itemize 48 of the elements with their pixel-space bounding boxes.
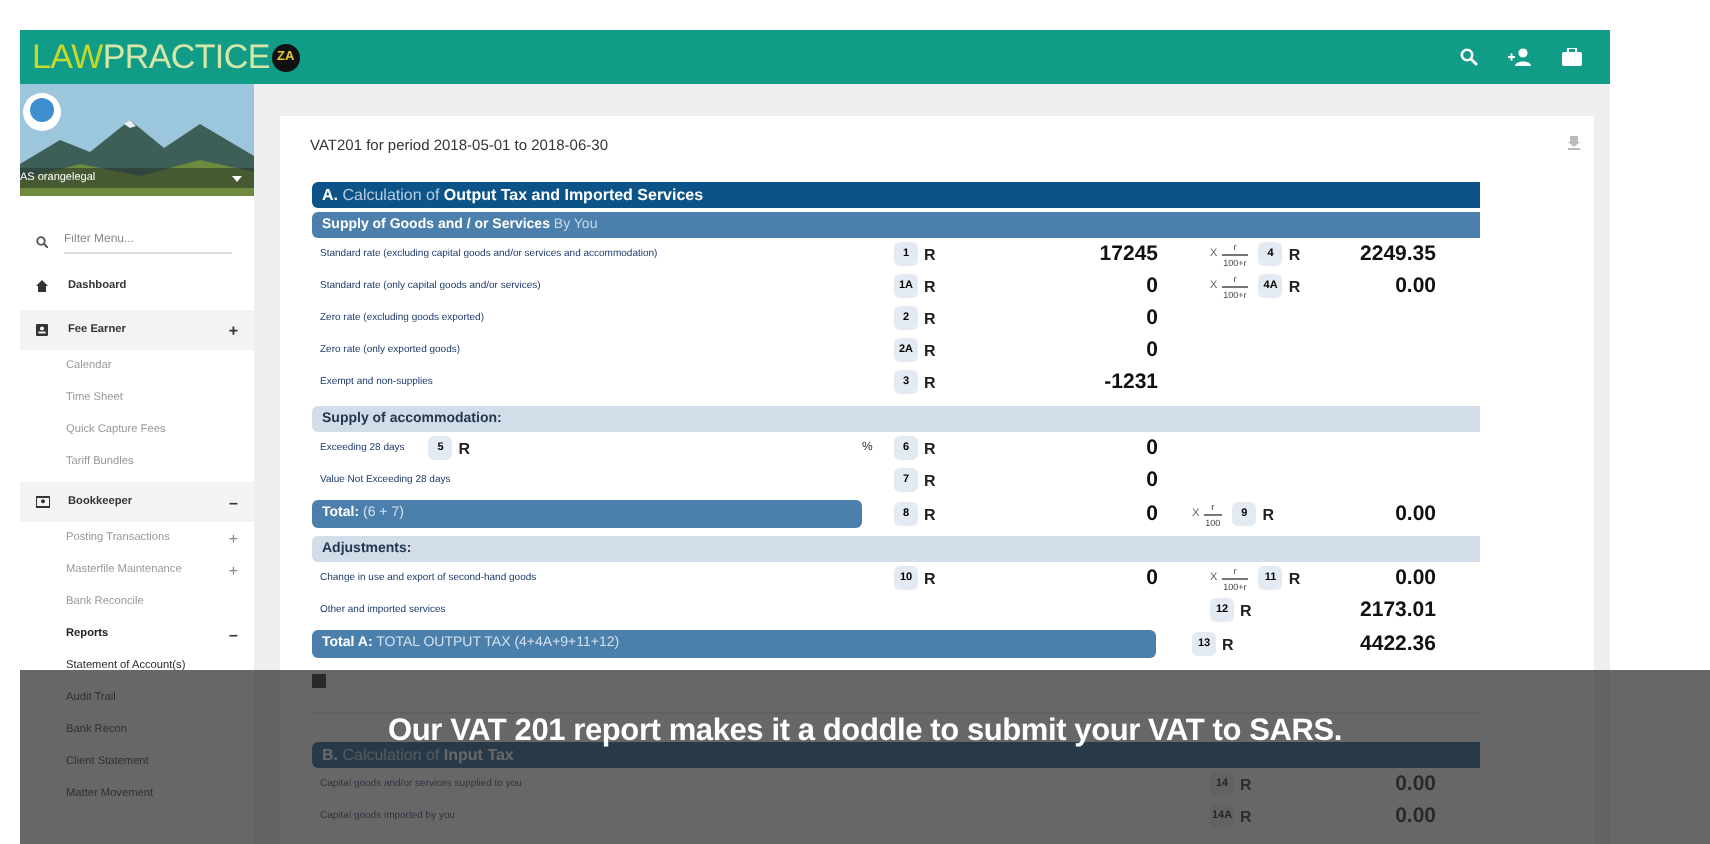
- amount: 0: [1144, 502, 1160, 526]
- amount: 0.00: [1393, 502, 1438, 526]
- currency-label: R: [1240, 601, 1254, 619]
- add-person-icon[interactable]: [1508, 48, 1532, 66]
- currency-label: R: [924, 309, 938, 327]
- logo-text: LAWPRACTICE: [32, 37, 270, 77]
- search-icon[interactable]: [1460, 48, 1478, 66]
- amount: 0.00: [1393, 804, 1438, 828]
- section-header: A. Calculation of Output Tax and Imported Services: [312, 182, 1480, 208]
- amount: 4422.36: [1358, 632, 1438, 656]
- amount: 2249.35: [1358, 242, 1438, 266]
- search-icon: [36, 235, 48, 247]
- currency-label: R: [924, 341, 938, 359]
- caption-text: Our VAT 201 report makes it a doddle to submit your VAT to SARS.: [388, 714, 1342, 748]
- amount: 0.00: [1393, 274, 1438, 298]
- download-icon[interactable]: [1568, 136, 1580, 150]
- caret-icon: [232, 175, 242, 181]
- amount: 0: [1144, 274, 1160, 298]
- currency-label: R: [1288, 277, 1303, 295]
- currency-label: R: [1288, 245, 1303, 263]
- amount: -1231: [1102, 370, 1160, 394]
- amount: 0: [1144, 468, 1160, 492]
- currency-label: R: [1262, 505, 1276, 523]
- id-badge-icon: [36, 324, 50, 336]
- amount: 0: [1144, 338, 1160, 362]
- currency-label: R: [924, 277, 938, 295]
- currency-label: R: [1222, 635, 1236, 653]
- currency-label: R: [1288, 569, 1303, 587]
- currency-label: R: [924, 569, 938, 587]
- currency-label: R: [924, 245, 938, 263]
- amount: 0: [1144, 566, 1160, 590]
- currency-label: R: [1240, 775, 1254, 793]
- amount: 0.00: [1393, 772, 1438, 796]
- id-card-icon: [36, 496, 50, 508]
- avatar-icon: [22, 92, 62, 132]
- currency-label: R: [1240, 807, 1254, 825]
- amount: 0.00: [1393, 566, 1438, 590]
- amount: 2173.01: [1358, 598, 1438, 622]
- currency-label: R: [924, 439, 938, 457]
- amount: 0: [1144, 436, 1160, 460]
- currency-label: R: [924, 505, 938, 523]
- home-icon: [36, 280, 50, 292]
- currency-label: R: [458, 439, 473, 457]
- currency-label: R: [924, 373, 938, 391]
- amount: 17245: [1097, 242, 1160, 266]
- currency-label: R: [924, 471, 938, 489]
- briefcase-icon[interactable]: [1562, 48, 1582, 66]
- amount: 0: [1144, 306, 1160, 330]
